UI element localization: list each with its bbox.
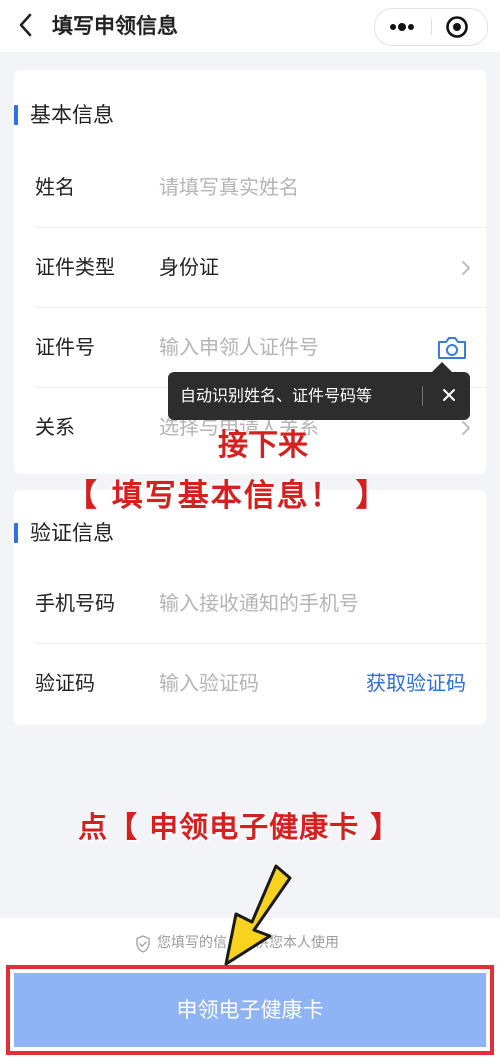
top-navigation-bar: 填写申领信息 xyxy=(0,0,500,52)
verify-info-card: 验证信息 手机号码 输入接收通知的手机号 验证码 输入验证码 获取验证码 xyxy=(14,490,486,725)
mini-program-capsule xyxy=(374,8,488,46)
section-title-verify: 验证信息 xyxy=(30,521,114,545)
close-mini-program-icon[interactable] xyxy=(445,15,469,39)
pointer-arrow-icon xyxy=(224,864,292,966)
camera-icon[interactable] xyxy=(436,335,468,361)
tooltip-divider xyxy=(422,386,423,406)
annotation-next: 接下来 xyxy=(218,428,308,463)
field-label: 姓名 xyxy=(35,175,75,199)
tooltip-pointer xyxy=(432,362,452,372)
annotation-fill-basic-info: 【 填写基本信息！ 】 xyxy=(66,478,389,514)
section-title-basic: 基本信息 xyxy=(30,103,114,127)
field-label: 验证码 xyxy=(35,671,95,695)
verification-code-input[interactable]: 输入验证码 xyxy=(159,668,259,698)
form-row-name[interactable]: 姓名 请填写真实姓名 xyxy=(14,148,486,228)
tooltip-text: 自动识别姓名、证件号码等 xyxy=(180,386,373,405)
name-input[interactable]: 请填写真实姓名 xyxy=(159,172,299,202)
id-number-input[interactable]: 输入申领人证件号 xyxy=(159,332,319,362)
form-row-id-type[interactable]: 证件类型 身份证 xyxy=(14,228,486,308)
shield-icon xyxy=(136,935,150,953)
id-type-select[interactable]: 身份证 xyxy=(159,252,219,282)
section-accent-bar xyxy=(14,523,18,543)
capsule-divider xyxy=(431,19,432,35)
form-row-phone[interactable]: 手机号码 输入接收通知的手机号 xyxy=(14,564,486,644)
more-options-icon[interactable] xyxy=(387,16,417,38)
annotation-click-apply: 点【 申领电子健康卡 】 xyxy=(78,810,401,844)
apply-health-card-button[interactable]: 申领电子健康卡 xyxy=(14,973,486,1047)
page-title: 填写申领信息 xyxy=(52,14,178,38)
back-arrow-icon[interactable] xyxy=(14,11,40,39)
section-accent-bar xyxy=(14,105,18,125)
ocr-tooltip: 自动识别姓名、证件号码等 xyxy=(168,372,470,420)
chevron-right-icon xyxy=(462,261,470,275)
chevron-right-icon xyxy=(462,421,470,435)
form-row-code[interactable]: 验证码 输入验证码 获取验证码 xyxy=(14,644,486,724)
close-icon[interactable] xyxy=(438,384,460,406)
field-label: 关系 xyxy=(35,415,75,439)
field-label: 手机号码 xyxy=(35,591,115,615)
get-code-button[interactable]: 获取验证码 xyxy=(366,668,466,698)
phone-input[interactable]: 输入接收通知的手机号 xyxy=(159,588,359,618)
field-label: 证件类型 xyxy=(35,255,115,279)
field-label: 证件号 xyxy=(35,335,95,359)
